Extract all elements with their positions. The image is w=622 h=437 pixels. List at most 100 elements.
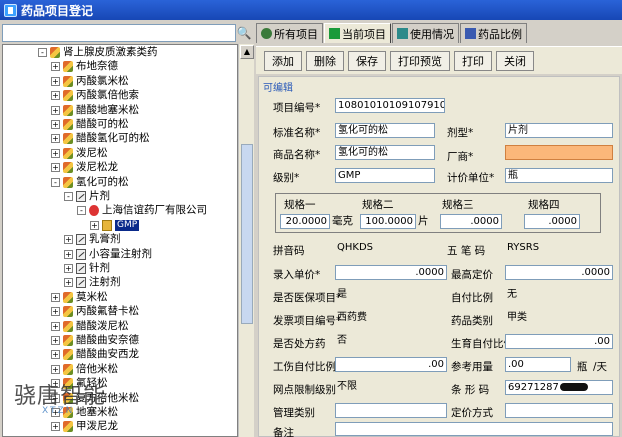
entry-price-field[interactable]: .0000 [335,265,447,280]
self-pay-field[interactable]: 无 [505,288,613,303]
expand-icon[interactable]: + [64,235,73,245]
tab-usage[interactable]: 使用情况 [392,23,459,43]
tree-node-label: 醋酸曲安奈德 [76,334,139,346]
dosage-field[interactable]: 片剂 [505,123,613,138]
tree-node[interactable]: + 丙酸氯倍他索 [51,89,139,102]
tree-node[interactable]: + 针剂 [64,262,110,275]
tree-node[interactable]: + 醋酸氢化可的松 [51,132,150,145]
pricing-field[interactable] [505,403,613,418]
expand-icon[interactable]: + [64,264,73,273]
print-button[interactable]: 打印 [454,50,492,71]
spec-3-header: 规格三 [442,199,474,211]
tree-node[interactable]: + 泼尼松龙 [51,161,118,174]
ref-dose-field[interactable]: .00 [505,357,571,372]
tree-node[interactable]: - 肾上腺皮质激素类药 [38,46,158,59]
item-no-field[interactable]: 10801010109107910501 [335,98,445,113]
herb-icon [63,349,73,361]
tree-node[interactable]: + 醋酸泼尼松 [51,320,129,333]
rx-field[interactable]: 否 [335,334,435,349]
site-limit-field[interactable]: 不限 [335,380,435,395]
expand-icon[interactable]: + [51,307,60,317]
mgmt-field[interactable] [335,403,447,418]
tree-node[interactable]: + 倍他米松 [51,363,118,376]
expand-icon[interactable]: + [64,278,73,288]
expand-icon[interactable]: + [51,292,60,302]
expand-icon[interactable]: + [64,249,73,259]
expand-icon[interactable]: + [51,321,60,331]
tree-node[interactable]: + 注射剂 [64,276,121,289]
ref-dose-per: /天 [593,361,608,373]
binoculars-icon[interactable]: 🔍 [236,24,252,42]
remark-field[interactable] [335,422,613,436]
close-button[interactable]: 关闭 [496,50,534,71]
tree-node[interactable]: + 丙酸氟替卡松 [51,305,139,318]
redaction-mark [559,383,588,391]
tree-node[interactable]: + 丙酸氯米松 [51,75,129,88]
spec-3-value[interactable]: .0000 [440,214,502,229]
expand-icon[interactable]: + [90,220,99,230]
unit-field[interactable]: 瓶 [505,168,613,183]
expand-icon[interactable]: + [51,62,60,72]
trade-name-label: 商品名称* [273,149,321,161]
tab-current-item[interactable]: 当前项目 [324,23,391,43]
expand-icon[interactable]: + [51,163,60,173]
invoice-field[interactable]: 西药费 [335,311,435,326]
tree-node[interactable]: + 醋酸曲安奈德 [51,334,139,347]
maker-field[interactable] [505,145,613,160]
injury-field[interactable]: .00 [335,357,447,372]
tree-node[interactable]: + 乳膏剂 [64,233,121,246]
spec-2-value[interactable]: 100.0000 [360,214,416,229]
expand-icon[interactable]: + [51,422,60,432]
expand-icon[interactable]: + [51,148,60,158]
tree-node[interactable]: + 布地奈德 [51,60,118,73]
tree-node[interactable]: + 莫米松 [51,291,108,304]
expand-icon[interactable]: + [51,134,60,144]
collapse-icon[interactable]: - [38,48,47,57]
tree-scrollbar[interactable]: ▲ [238,44,254,437]
spec-4-value[interactable]: .0000 [524,214,580,229]
tree-node[interactable]: + 泼尼松 [51,147,108,160]
tree-node[interactable]: + 醋酸曲安西龙 [51,348,139,361]
fertility-field[interactable]: .00 [505,334,613,349]
expand-icon[interactable]: + [51,105,60,115]
scroll-thumb[interactable] [241,144,253,324]
pinyin-field[interactable]: QHKDS [335,241,435,256]
tool-icon [76,263,86,274]
tree-node[interactable]: + 小容量注射剂 [64,248,152,261]
tab-all-items[interactable]: 所有项目 [256,23,323,43]
tab-drug-ratio[interactable]: 药品比例 [460,23,527,43]
expand-icon[interactable]: + [51,350,60,360]
print-preview-button[interactable]: 打印预览 [390,50,450,71]
expand-icon[interactable]: + [51,336,60,345]
barcode-label: 条 形 码 [451,384,490,396]
std-name-field[interactable]: 氢化可的松 [335,123,435,138]
delete-button[interactable]: 删除 [306,50,344,71]
barcode-field[interactable]: 69271287 [505,380,613,395]
collapse-icon[interactable]: - [51,177,60,187]
collapse-icon[interactable]: - [64,192,73,201]
tree-node[interactable]: - 上海信谊药厂有限公司 [77,204,207,217]
trade-name-field[interactable]: 氢化可的松 [335,145,435,160]
wubi-field[interactable]: RYSRS [505,241,613,256]
tree-node-label: 莫米松 [76,290,108,303]
tree-node[interactable]: - 氢化可的松 [51,176,129,189]
add-button[interactable]: 添加 [264,50,302,71]
expand-icon[interactable]: + [51,364,60,374]
tree-node[interactable]: + 醋酸地塞米松 [51,104,139,117]
drug-cat-field[interactable]: 甲类 [505,311,613,326]
save-button[interactable]: 保存 [348,50,386,71]
expand-icon[interactable]: + [51,91,60,101]
tree-node[interactable]: - 片剂 [64,190,110,203]
medical-ins-field[interactable]: 是 [335,288,435,303]
scroll-up-icon[interactable]: ▲ [240,45,254,59]
tree-node[interactable]: + 甲泼尼龙 [51,420,118,433]
search-input[interactable] [2,24,236,42]
tree-node[interactable]: + GMP [90,219,140,232]
spec-1-value[interactable]: 20.0000 [280,214,330,229]
collapse-icon[interactable]: - [77,206,86,216]
tree-node[interactable]: + 醋酸可的松 [51,118,129,131]
expand-icon[interactable]: + [51,120,60,129]
grade-field[interactable]: GMP [335,168,435,183]
max-price-field[interactable]: .0000 [505,265,613,280]
expand-icon[interactable]: + [51,76,60,86]
